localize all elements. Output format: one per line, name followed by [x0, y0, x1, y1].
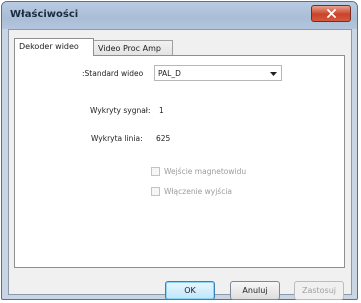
ok-button[interactable]: OK [165, 281, 215, 300]
tab-dekoder-wideo[interactable]: Dekoder wideo [14, 38, 94, 56]
title-bar[interactable]: Właściwości [2, 2, 357, 29]
tab-panel-decoder [14, 55, 345, 268]
properties-dialog: Właściwości Dekoder wideo Video Proc Amp… [1, 1, 358, 300]
close-icon [326, 9, 336, 18]
tab-video-proc-amp[interactable]: Video Proc Amp [93, 40, 173, 56]
dialog-body: Dekoder wideo Video Proc Amp :Standard w… [8, 29, 352, 300]
standard-wideo-select[interactable]: PAL_D [154, 65, 282, 81]
close-button[interactable] [311, 5, 351, 22]
apply-button[interactable]: Zastosuj [294, 281, 344, 300]
chevron-down-icon [270, 72, 277, 76]
standard-wideo-value: PAL_D [158, 69, 181, 78]
window-title: Właściwości [10, 9, 79, 20]
cancel-button[interactable]: Anuluj [230, 281, 280, 300]
